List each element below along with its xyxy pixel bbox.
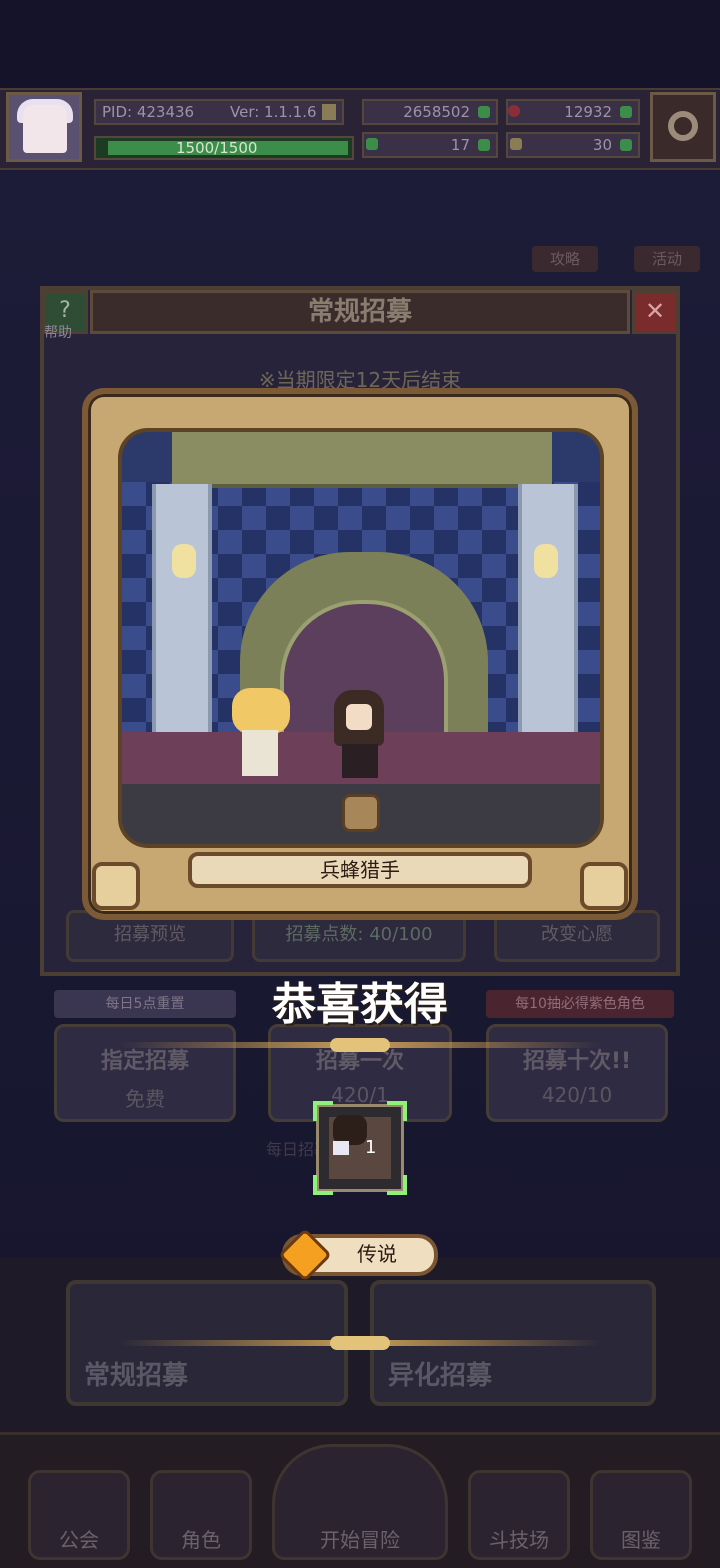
scene-pillar-right [518, 484, 578, 774]
gold-value: 2658502 [403, 103, 470, 121]
nav-codex-label: 图鉴 [621, 1528, 661, 1552]
nav-guild-label: 公会 [59, 1528, 99, 1552]
nav-codex[interactable]: 图鉴 [590, 1470, 692, 1560]
nav-adventure[interactable]: 开始冒险 [272, 1444, 448, 1560]
nav-arena[interactable]: 斗技场 [468, 1470, 570, 1560]
scene-roof [172, 432, 552, 488]
heart-icon [580, 862, 628, 910]
pid-text: PID: 423436 [102, 103, 195, 121]
reward-count: 1 [365, 1137, 377, 1158]
regular-recruit-label: 常规招募 [84, 1361, 189, 1391]
gem-value: 12932 [564, 103, 612, 121]
nav-adventure-label: 开始冒险 [320, 1528, 400, 1552]
select-corner-tl [313, 1101, 333, 1121]
clover-plus-icon[interactable] [478, 139, 490, 151]
avatar-face [23, 105, 67, 153]
hunter-body [342, 744, 378, 778]
nav-role-label: 角色 [181, 1528, 221, 1552]
fox-body [242, 730, 278, 776]
mutation-recruit-label: 异化招募 [388, 1361, 493, 1391]
summon-designated-button[interactable]: 指定招募 免费 [54, 1024, 236, 1122]
key-icon [510, 138, 522, 150]
summon-designated-cost: 免费 [125, 1087, 165, 1111]
gold-pill: 2658502 [362, 99, 498, 125]
reward-character-item[interactable]: 1 [313, 1101, 407, 1195]
nav-role[interactable]: 角色 [150, 1470, 252, 1560]
nav-guild[interactable]: 公会 [28, 1470, 130, 1560]
wasp-hunter-character [328, 686, 392, 784]
key-value: 30 [592, 136, 612, 154]
select-corner-bl [313, 1175, 333, 1195]
pid-pill: PID: 423436 Ver: 1.1.1.6 [94, 99, 344, 125]
player-avatar[interactable] [6, 92, 82, 162]
shard-icon [333, 1141, 349, 1155]
swirl-emblem-icon [342, 794, 380, 832]
settings-button[interactable] [650, 92, 716, 162]
key-pill: 30 [506, 132, 640, 158]
scene-pillar-left [152, 484, 212, 774]
paw-icon [92, 862, 140, 910]
version-text: Ver: 1.1.1.6 [230, 103, 317, 121]
ornament-gem-top [330, 1038, 390, 1052]
ruby-icon [508, 105, 520, 117]
guide-button[interactable]: 攻略 [532, 246, 598, 272]
summon-ten-cost: 420/10 [541, 1083, 613, 1107]
clover-pill: 17 [362, 132, 498, 158]
clover-value: 17 [450, 136, 470, 154]
blonde-fox-character [226, 688, 296, 784]
lamp-right [534, 544, 558, 578]
key-plus-icon[interactable] [620, 139, 632, 151]
gold-plus-icon[interactable] [478, 106, 490, 118]
hp-bar: 1500/1500 [94, 136, 354, 160]
select-corner-tr [387, 1101, 407, 1121]
lamp-left [172, 544, 196, 578]
close-button[interactable]: ✕ [632, 290, 678, 334]
hp-text: 1500/1500 [176, 139, 258, 157]
recruit-title: 常规招募 [90, 290, 630, 334]
gem-plus-icon[interactable] [620, 106, 632, 118]
congrats-title: 恭喜获得 [272, 979, 448, 1030]
fox-hair [232, 688, 290, 734]
event-button[interactable]: 活动 [634, 246, 700, 272]
result-card-scene [118, 428, 604, 848]
character-name-plate: 兵蜂猎手 [188, 852, 532, 888]
gem-pill: 12932 [506, 99, 640, 125]
hunter-face [346, 704, 372, 730]
coin-icon [322, 104, 336, 120]
gear-icon [668, 111, 698, 141]
summon-ten-button[interactable]: 招募十次!! 420/10 [486, 1024, 668, 1122]
select-corner-br [387, 1175, 407, 1195]
help-label: 帮助 [44, 325, 72, 341]
help-icon: ? [59, 298, 71, 323]
close-icon: ✕ [644, 297, 666, 325]
clover-icon [366, 138, 378, 150]
ornament-gem-bottom [330, 1336, 390, 1350]
nav-arena-label: 斗技场 [489, 1528, 549, 1552]
